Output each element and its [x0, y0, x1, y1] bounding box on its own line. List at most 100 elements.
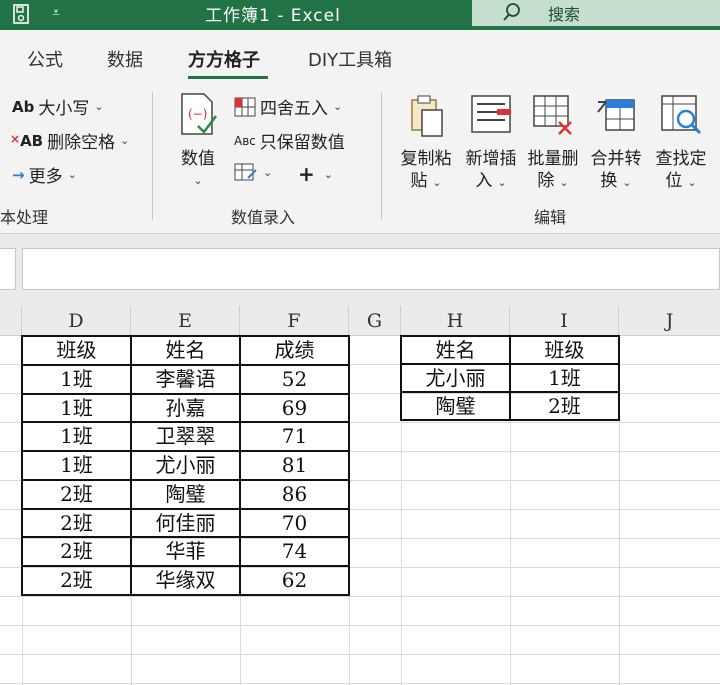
score-table-cell[interactable]: 1班 [22, 365, 131, 394]
window-title: 工作簿1 - Excel [205, 6, 341, 26]
grid-row-line [0, 654, 720, 655]
find-icon [661, 95, 702, 135]
arrow-right-icon: → [12, 165, 25, 184]
lookup-table-col-border [509, 336, 511, 420]
score-table-header-cell[interactable]: 班级 [22, 336, 131, 365]
save-icon[interactable] [12, 3, 30, 25]
batch-delete-button[interactable]: 批量删 除 ⌄ [524, 92, 582, 194]
lookup-table-header-cell[interactable]: 姓名 [401, 336, 510, 364]
score-table-row-border [22, 421, 349, 424]
score-table-cell[interactable]: 81 [240, 451, 349, 480]
chevron-down-icon: ⌄ [67, 168, 77, 181]
name-box[interactable] [0, 248, 16, 290]
score-table-row-border [22, 565, 349, 567]
tab-diy-toolbox[interactable]: DIY工具箱 [308, 46, 392, 72]
find-locate-button[interactable]: 查找定 位 ⌄ [651, 92, 711, 194]
lookup-table-cell[interactable]: 1班 [510, 364, 619, 392]
column-header-f[interactable]: F [240, 306, 349, 336]
active-tab-indicator [188, 76, 268, 79]
formula-input[interactable] [22, 248, 720, 290]
insert-rows-icon [471, 95, 511, 133]
insert-label-2: 入 [475, 171, 493, 191]
add-button[interactable]: + ⌄ [298, 162, 333, 186]
chevron-down-icon: ⌄ [333, 100, 343, 113]
chevron-down-icon: ⌄ [622, 176, 632, 189]
chevron-down-icon: ⌄ [94, 100, 104, 113]
column-header-e[interactable]: E [131, 306, 240, 336]
score-table-header-cell[interactable]: 姓名 [131, 336, 240, 365]
chevron-down-icon: ⌄ [193, 174, 203, 187]
tab-fangfang[interactable]: 方方格子 [188, 46, 260, 72]
score-table-row-border [22, 450, 349, 452]
score-table-cell[interactable]: 69 [240, 394, 349, 423]
group-divider [381, 92, 382, 220]
score-table-cell[interactable]: 2班 [22, 509, 131, 538]
score-table-cell[interactable]: 70 [240, 509, 349, 538]
quick-access-chevron-icon[interactable]: ⩡ [52, 5, 60, 21]
score-table-cell[interactable]: 1班 [22, 451, 131, 480]
grid-row-line [0, 596, 720, 597]
score-table-cell[interactable]: 71 [240, 422, 349, 451]
edit-cell-button[interactable]: ⌄ [234, 162, 272, 182]
more-button[interactable]: → 更多 ⌄ [12, 162, 77, 188]
column-header-d[interactable]: D [22, 306, 131, 336]
round-grid-icon [234, 97, 256, 116]
score-table-cell[interactable]: 2班 [22, 537, 131, 566]
delete-grid-icon [533, 95, 572, 135]
lookup-table-cell[interactable]: 尤小丽 [401, 364, 510, 392]
copy-paste-label-2: 贴 [410, 171, 428, 191]
score-table-cell[interactable]: 62 [240, 566, 349, 595]
merge-convert-button[interactable]: 合并转 换 ⌄ [587, 92, 645, 194]
insert-button[interactable]: 新增插 入 ⌄ [462, 92, 520, 194]
column-header-i[interactable]: I [510, 306, 619, 336]
search-box[interactable]: 搜索 [472, 0, 720, 26]
chevron-down-icon: ⌄ [497, 176, 507, 189]
score-table-cell[interactable]: 孙嘉 [131, 394, 240, 423]
score-table-cell[interactable]: 卫翠翠 [131, 422, 240, 451]
score-table-cell[interactable]: 86 [240, 480, 349, 509]
merge-convert-label-1: 合并转 [590, 149, 642, 169]
value-icon: (−) [181, 93, 217, 135]
keep-values-label: 只保留数值 [259, 133, 345, 153]
score-table-cell[interactable]: 何佳丽 [131, 509, 240, 538]
column-header-c[interactable] [0, 306, 22, 336]
score-table-cell[interactable]: 李馨语 [131, 365, 240, 394]
score-table-cell[interactable]: 2班 [22, 480, 131, 509]
value-button[interactable]: (−) 数值 ⌄ [172, 92, 224, 192]
lookup-table-cell[interactable]: 2班 [510, 392, 619, 420]
delete-spaces-button[interactable]: ×AB 删除空格 ⌄ [10, 128, 129, 154]
score-table-header-cell[interactable]: 成绩 [240, 336, 349, 365]
copy-paste-button[interactable]: 复制粘 贴 ⌄ [397, 92, 455, 194]
value-label: 数值 [181, 149, 215, 169]
lookup-table-header-cell[interactable]: 班级 [510, 336, 619, 364]
keep-values-button[interactable]: Aʙᴄ 只保留数值 [234, 128, 345, 153]
round-button[interactable]: 四舍五入 ⌄ [234, 94, 342, 119]
search-label: 搜索 [548, 5, 581, 24]
tab-formulas[interactable]: 公式 [27, 46, 63, 72]
score-table-cell[interactable]: 1班 [22, 394, 131, 423]
score-table-cell[interactable]: 华缘双 [131, 566, 240, 595]
grid-row-line [0, 625, 720, 626]
score-table-cell[interactable]: 52 [240, 365, 349, 394]
score-table-cell[interactable]: 尤小丽 [131, 451, 240, 480]
chevron-down-icon: ⌄ [263, 165, 273, 179]
size-case-button[interactable]: Ab 大小写 ⌄ [12, 94, 104, 120]
score-table-cell[interactable]: 华菲 [131, 537, 240, 566]
score-table-cell[interactable]: 1班 [22, 422, 131, 451]
tab-data[interactable]: 数据 [107, 46, 143, 72]
find-locate-label-1: 查找定 [655, 149, 707, 169]
batch-delete-label-2: 除 [537, 171, 555, 191]
score-table-cell[interactable]: 陶璧 [131, 480, 240, 509]
lookup-table-cell[interactable]: 陶璧 [401, 392, 510, 420]
abc-icon: Aʙᴄ [234, 133, 256, 148]
chevron-down-icon: ⌄ [687, 176, 697, 189]
edit-group-label: 编辑 [534, 208, 567, 227]
column-header-h[interactable]: H [401, 306, 510, 336]
grid-column-line [349, 336, 350, 685]
column-header-j[interactable]: J [619, 306, 720, 336]
score-table-cell[interactable]: 2班 [22, 566, 131, 595]
score-table-cell[interactable]: 74 [240, 537, 349, 566]
column-header-g[interactable]: G [349, 306, 401, 336]
number-group-label: 数值录入 [231, 208, 296, 227]
text-group-label: 本处理 [0, 208, 49, 227]
